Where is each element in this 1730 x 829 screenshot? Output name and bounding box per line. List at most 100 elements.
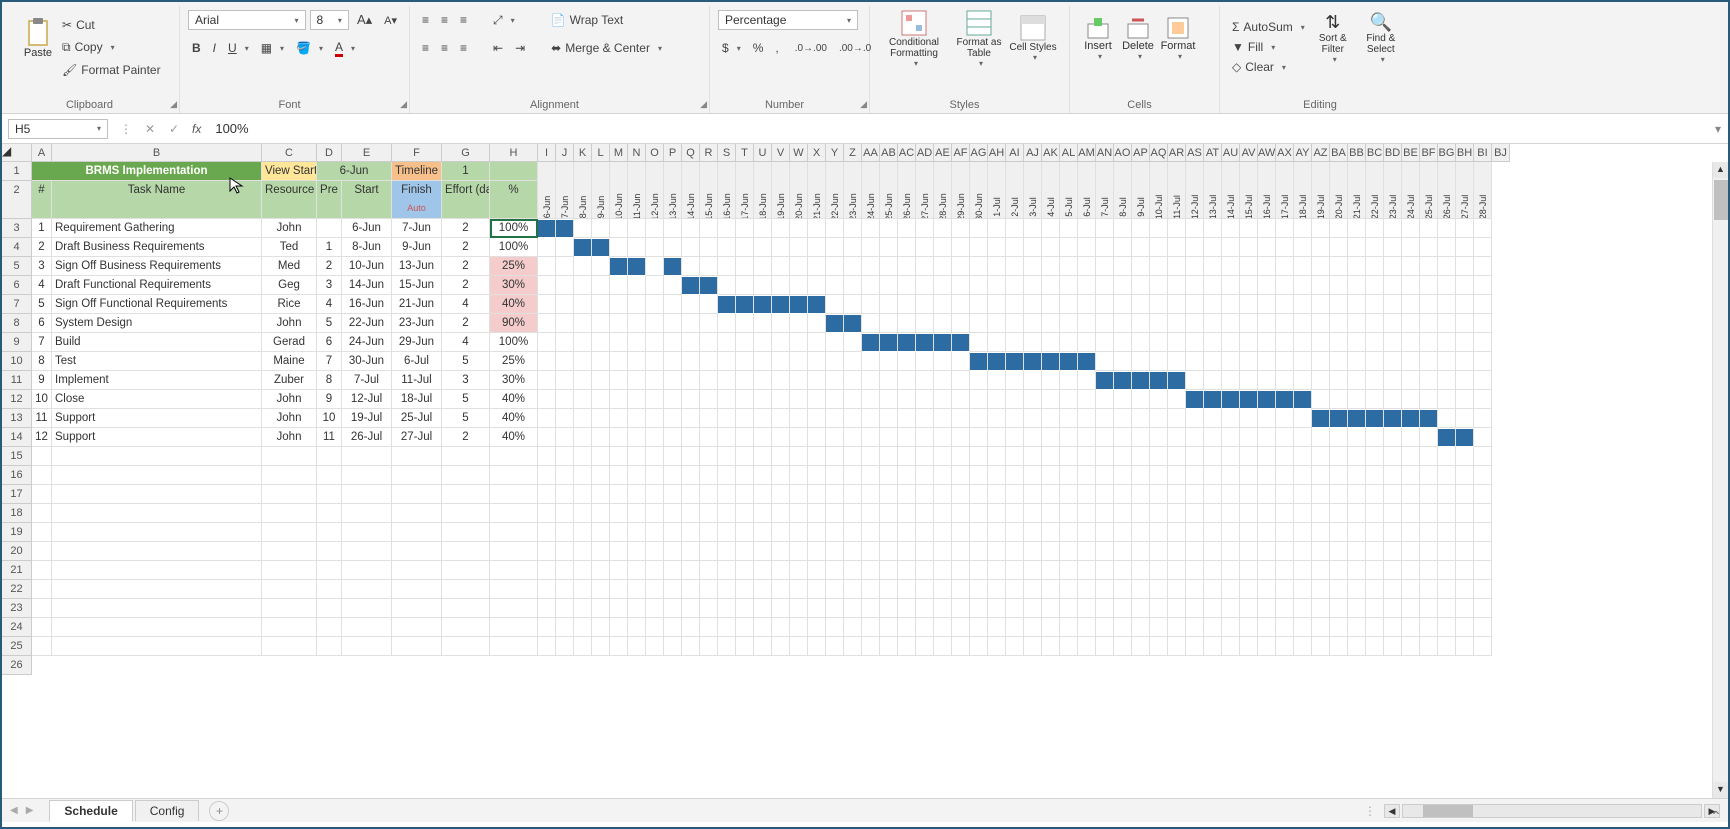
cell[interactable]: 6-Jun	[317, 162, 392, 181]
cell[interactable]	[1420, 637, 1438, 656]
cell[interactable]	[970, 485, 988, 504]
cell[interactable]	[1186, 257, 1204, 276]
cell[interactable]: Gerad	[262, 333, 317, 352]
cell[interactable]	[1366, 371, 1384, 390]
cell[interactable]: 16-Jul	[1258, 162, 1276, 219]
cell[interactable]	[1006, 428, 1024, 447]
cell[interactable]	[574, 523, 592, 542]
cell[interactable]: 7-Jul	[1096, 162, 1114, 219]
cell[interactable]	[934, 352, 952, 371]
cell[interactable]	[1312, 371, 1330, 390]
cell[interactable]	[1312, 314, 1330, 333]
cell[interactable]	[1006, 409, 1024, 428]
cell[interactable]	[1366, 485, 1384, 504]
cell[interactable]	[1294, 219, 1312, 238]
cell[interactable]	[1222, 295, 1240, 314]
cell[interactable]	[880, 485, 898, 504]
cell[interactable]	[317, 637, 342, 656]
cell[interactable]	[1024, 352, 1042, 371]
cell[interactable]	[1384, 257, 1402, 276]
cell[interactable]	[646, 542, 664, 561]
column-header[interactable]: L	[592, 144, 610, 162]
cell[interactable]	[1420, 238, 1438, 257]
cell[interactable]	[1024, 523, 1042, 542]
cell[interactable]	[317, 580, 342, 599]
alignment-expand-icon[interactable]: ◢	[700, 99, 707, 110]
cell[interactable]	[934, 219, 952, 238]
cell[interactable]: 9-Jun	[592, 162, 610, 219]
cell[interactable]	[1024, 276, 1042, 295]
cell[interactable]	[898, 599, 916, 618]
cell[interactable]	[1258, 580, 1276, 599]
row-header[interactable]: 14	[2, 428, 32, 447]
cell[interactable]	[610, 314, 628, 333]
cell[interactable]	[826, 257, 844, 276]
cell[interactable]	[826, 390, 844, 409]
cell[interactable]: 5	[442, 390, 490, 409]
cell[interactable]	[952, 238, 970, 257]
cell[interactable]	[1168, 295, 1186, 314]
column-header[interactable]: AZ	[1312, 144, 1330, 162]
cell[interactable]	[952, 333, 970, 352]
cell[interactable]	[1276, 333, 1294, 352]
cell[interactable]	[826, 238, 844, 257]
cell[interactable]	[700, 561, 718, 580]
cell[interactable]	[1312, 390, 1330, 409]
cell[interactable]	[1150, 352, 1168, 371]
cell[interactable]: 26-Jul	[1438, 162, 1456, 219]
cell[interactable]	[1132, 257, 1150, 276]
cell[interactable]	[718, 371, 736, 390]
cell[interactable]	[754, 276, 772, 295]
cell[interactable]	[1114, 466, 1132, 485]
cell[interactable]	[1060, 390, 1078, 409]
cell[interactable]	[682, 371, 700, 390]
cell[interactable]	[1312, 276, 1330, 295]
cell[interactable]	[970, 637, 988, 656]
cell[interactable]	[1474, 580, 1492, 599]
cell[interactable]	[664, 637, 682, 656]
format-painter-button[interactable]: 🖌 Format Painter	[58, 61, 165, 79]
cell[interactable]	[880, 219, 898, 238]
cell[interactable]: Timeline	[392, 162, 442, 181]
cell[interactable]	[1312, 466, 1330, 485]
cell[interactable]	[664, 599, 682, 618]
cell[interactable]	[628, 238, 646, 257]
cell[interactable]	[826, 637, 844, 656]
cell[interactable]	[808, 504, 826, 523]
cell[interactable]	[1042, 561, 1060, 580]
cell[interactable]	[1348, 428, 1366, 447]
cell[interactable]	[1042, 276, 1060, 295]
cell[interactable]	[1438, 504, 1456, 523]
cell[interactable]	[934, 542, 952, 561]
cell[interactable]	[1222, 219, 1240, 238]
cell[interactable]: 100%	[490, 219, 538, 238]
cell[interactable]	[1060, 314, 1078, 333]
cell[interactable]	[1330, 257, 1348, 276]
cell[interactable]	[862, 314, 880, 333]
cell[interactable]	[880, 276, 898, 295]
cell[interactable]	[1402, 504, 1420, 523]
cell[interactable]	[1276, 257, 1294, 276]
align-top-button[interactable]: ≡	[418, 11, 433, 29]
cell[interactable]	[1384, 371, 1402, 390]
cell[interactable]: Support	[52, 428, 262, 447]
row-header[interactable]: 26	[2, 656, 32, 675]
font-expand-icon[interactable]: ◢	[400, 99, 407, 110]
cell[interactable]	[342, 466, 392, 485]
cell[interactable]	[736, 295, 754, 314]
cell[interactable]	[1060, 618, 1078, 637]
cell[interactable]	[736, 618, 754, 637]
cell[interactable]: 24-Jun	[342, 333, 392, 352]
cell[interactable]	[1474, 542, 1492, 561]
cell[interactable]	[1150, 276, 1168, 295]
cell[interactable]	[1078, 485, 1096, 504]
cell[interactable]	[1078, 295, 1096, 314]
cell[interactable]	[1348, 637, 1366, 656]
cell[interactable]	[1456, 504, 1474, 523]
cell[interactable]	[1384, 561, 1402, 580]
cell[interactable]	[1420, 485, 1438, 504]
cell[interactable]	[574, 352, 592, 371]
cell[interactable]	[556, 352, 574, 371]
cell[interactable]: 10	[32, 390, 52, 409]
cell[interactable]	[898, 295, 916, 314]
